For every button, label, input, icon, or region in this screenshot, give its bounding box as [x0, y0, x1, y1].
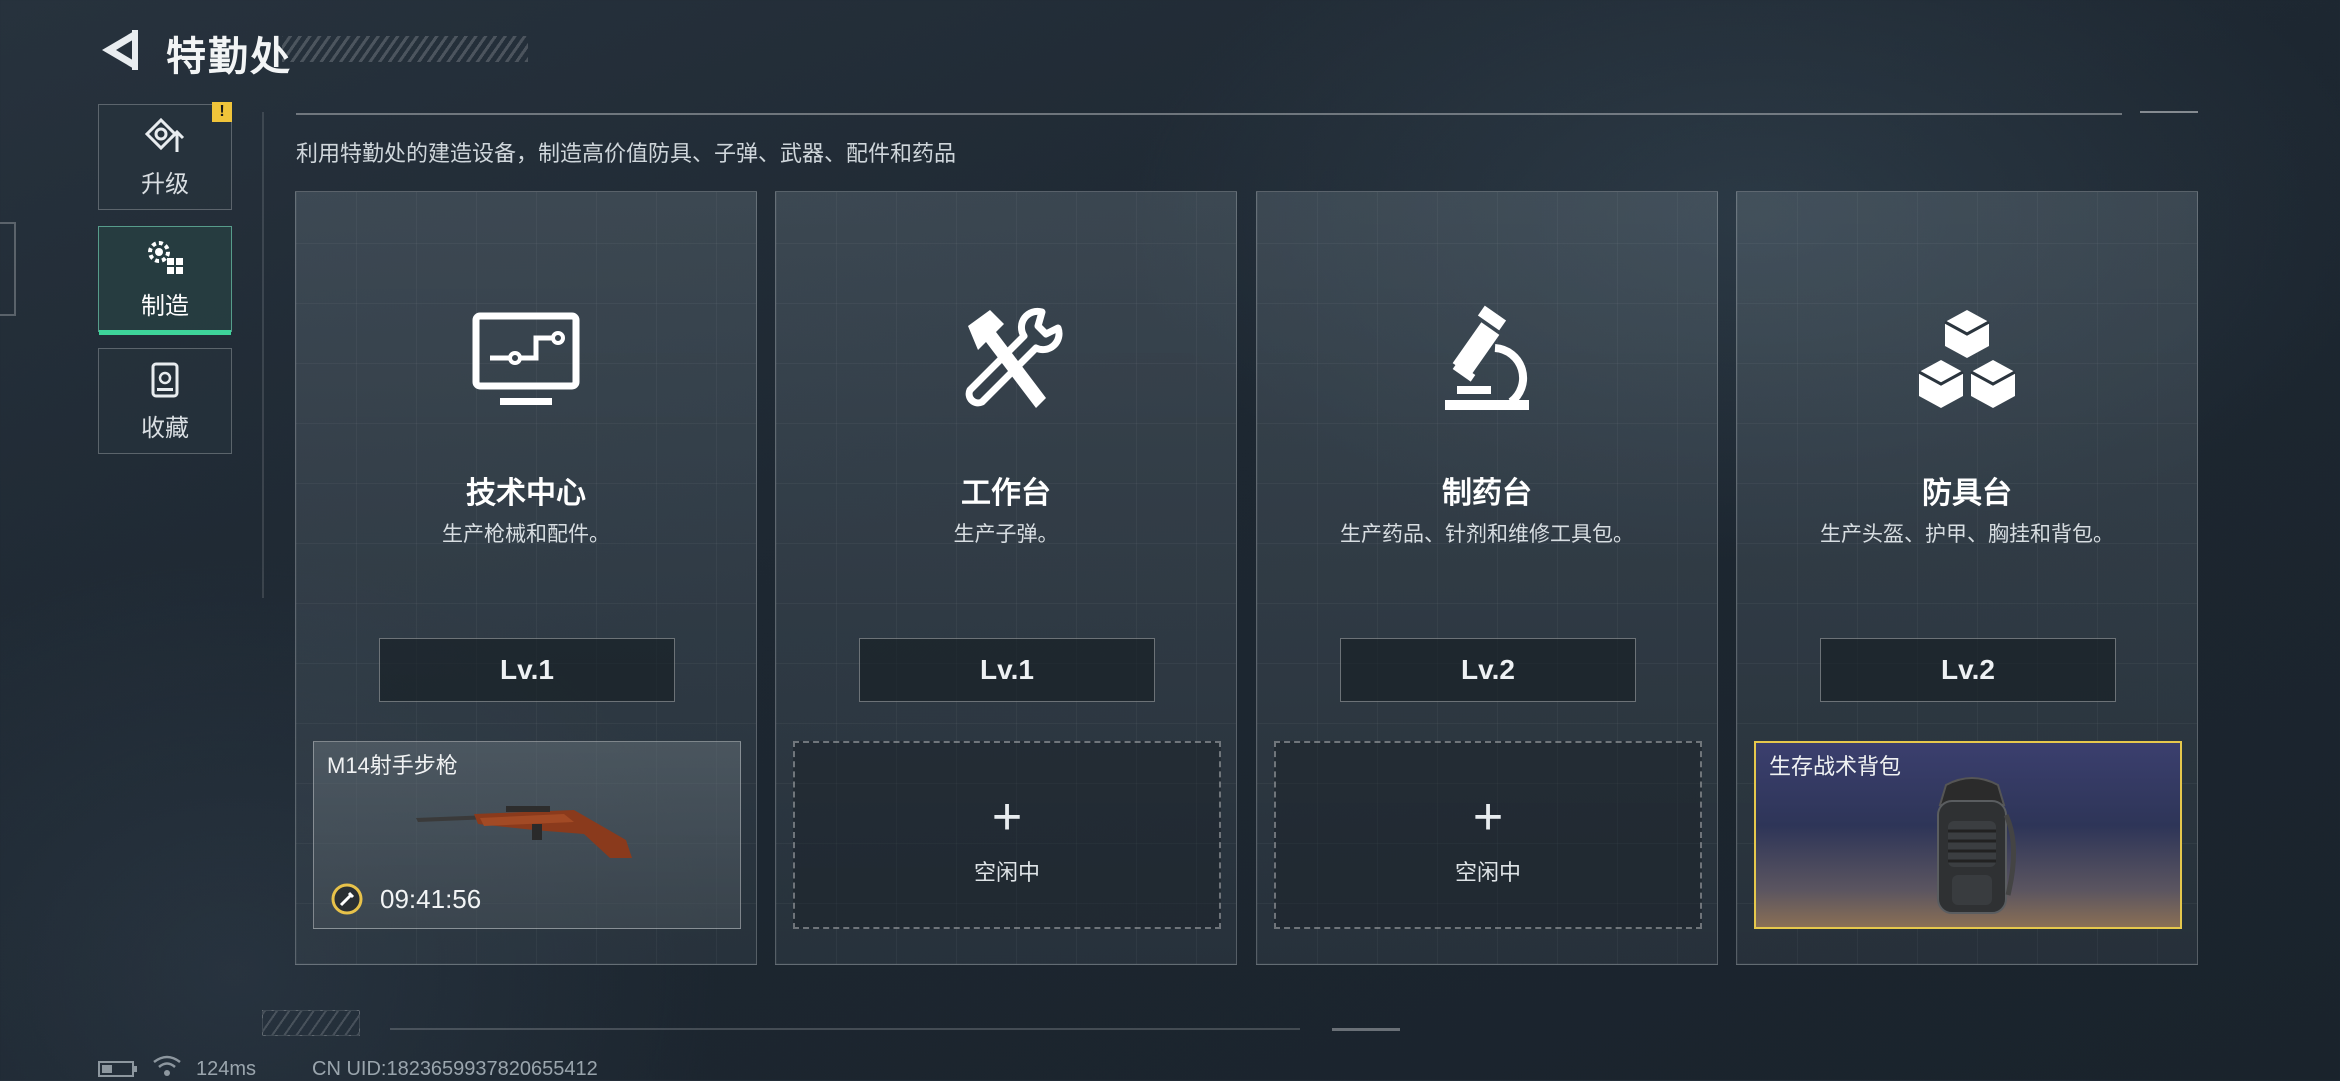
tab-craft-label: 制造: [141, 292, 189, 320]
back-arrow-icon[interactable]: [96, 26, 140, 74]
bottom-rule: [390, 1028, 1300, 1030]
station-level: Lv.2: [1820, 638, 2116, 702]
station-name: 制药台: [1442, 477, 1532, 510]
station-description: 生产药品、针剂和维修工具包。: [1340, 523, 1634, 546]
battery-icon: [98, 1061, 137, 1077]
station-description: 生产头盔、护甲、胸挂和背包。: [1820, 523, 2114, 546]
page-description: 利用特勤处的建造设备，制造高价值防具、子弹、武器、配件和药品: [296, 141, 957, 166]
timer-icon: [331, 883, 363, 915]
upgrade-icon: [144, 117, 185, 152]
cubes-icon: [1918, 310, 2016, 408]
production-slot[interactable]: M14射手步枪 09:41:56: [313, 741, 741, 929]
station-name: 技术中心: [466, 477, 586, 510]
slot-status: 空闲中: [973, 860, 1040, 885]
backpack-image: [1937, 777, 2016, 914]
header-rule-accent: [2140, 111, 2198, 113]
monitor-icon: [472, 312, 580, 405]
station-card-pharmacy[interactable]: 制药台 生产药品、针剂和维修工具包。 Lv.2 + 空闲中: [1256, 191, 1718, 965]
station-description: 生产子弹。: [953, 523, 1059, 546]
rifle-image: [416, 806, 632, 858]
sidebar-divider: [262, 112, 264, 598]
station-name: 防具台: [1922, 477, 2012, 510]
tab-craft[interactable]: 制造: [98, 226, 232, 335]
production-slot-empty[interactable]: + 空闲中: [1274, 741, 1702, 929]
station-description: 生产枪械和配件。: [442, 523, 610, 546]
bottom-rule-accent: [1332, 1028, 1400, 1031]
header-rule: [296, 113, 2122, 115]
station-level: Lv.1: [379, 638, 675, 702]
item-name: M14射手步枪: [327, 753, 458, 778]
active-indicator: [99, 330, 231, 335]
bottom-decoration: [262, 1010, 360, 1036]
tab-collection[interactable]: 收藏: [98, 348, 232, 454]
station-card-workbench[interactable]: 工作台 生产子弹。 Lv.1 + 空闲中: [775, 191, 1237, 965]
left-edge-bracket: [0, 222, 16, 316]
title-decoration: [282, 36, 528, 62]
collection-icon: [151, 362, 179, 397]
station-card-armor[interactable]: 防具台 生产头盔、护甲、胸挂和背包。 Lv.2 生存战术背包: [1736, 191, 2198, 965]
add-icon: +: [1472, 788, 1504, 846]
production-timer: 09:41:56: [380, 884, 482, 914]
production-slot-completed[interactable]: 生存战术背包: [1754, 741, 2182, 929]
gear-craft-icon: [148, 240, 183, 274]
tab-collection-label: 收藏: [141, 414, 189, 442]
station-card-tech-center[interactable]: 技术中心 生产枪械和配件。 Lv.1 M14射手步枪 09:41:56: [295, 191, 757, 965]
slot-status: 空闲中: [1454, 860, 1521, 885]
production-slot-empty[interactable]: + 空闲中: [793, 741, 1221, 929]
hammer-wrench-icon: [965, 307, 1063, 408]
item-name: 生存战术背包: [1769, 754, 1902, 779]
station-name: 工作台: [961, 477, 1051, 510]
user-uid: CN UID:1823659937820655412: [312, 1058, 598, 1080]
alert-badge: !: [212, 102, 232, 122]
wifi-icon: [153, 1055, 181, 1076]
station-level: Lv.2: [1340, 638, 1636, 702]
microscope-icon: [1445, 305, 1529, 410]
page-title: 特勤处: [166, 35, 292, 79]
tab-upgrade-label: 升级: [141, 170, 189, 198]
ping-text: 124ms: [196, 1058, 257, 1080]
add-icon: +: [991, 788, 1023, 846]
station-level: Lv.1: [859, 638, 1155, 702]
